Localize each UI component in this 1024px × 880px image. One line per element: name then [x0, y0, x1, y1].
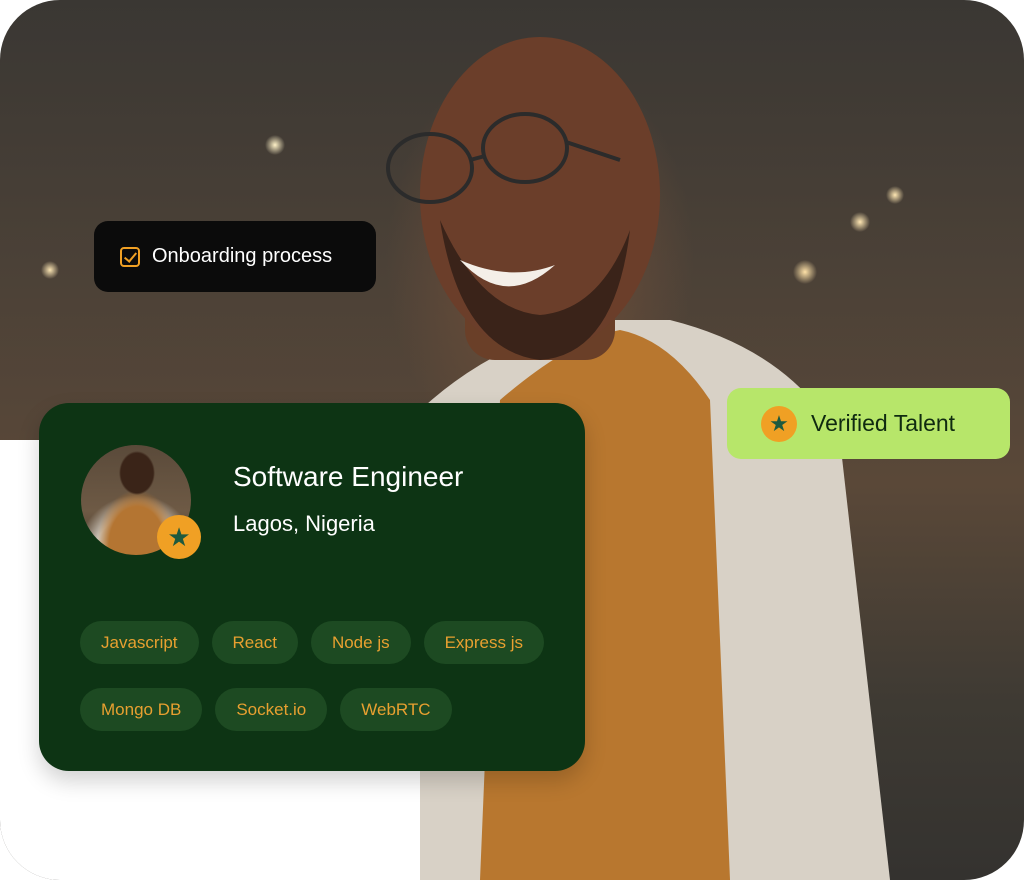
skill-tag: Javascript [80, 621, 199, 664]
checkbox-icon [120, 246, 140, 267]
skill-tag: Mongo DB [80, 688, 203, 731]
onboarding-badge: Onboarding process [94, 221, 376, 292]
skill-tags: Javascript React Node js Express js Mong… [80, 621, 560, 731]
skill-tag: React [211, 621, 298, 664]
profile-card: ★ Software Engineer Lagos, Nigeria Javas… [39, 403, 585, 771]
skill-tag: Node js [310, 621, 411, 664]
verified-badge: ★ Verified Talent [727, 388, 1010, 459]
profile-location: Lagos, Nigeria [233, 511, 375, 536]
skill-tag: WebRTC [340, 688, 452, 731]
verified-label: Verified Talent [811, 410, 956, 436]
skill-tag: Socket.io [215, 688, 328, 731]
star-icon: ★ [761, 405, 797, 442]
profile-title: Software Engineer [233, 461, 464, 492]
onboarding-label: Onboarding process [152, 245, 333, 267]
star-icon: ★ [157, 515, 201, 559]
skill-tag: Express js [423, 621, 545, 664]
